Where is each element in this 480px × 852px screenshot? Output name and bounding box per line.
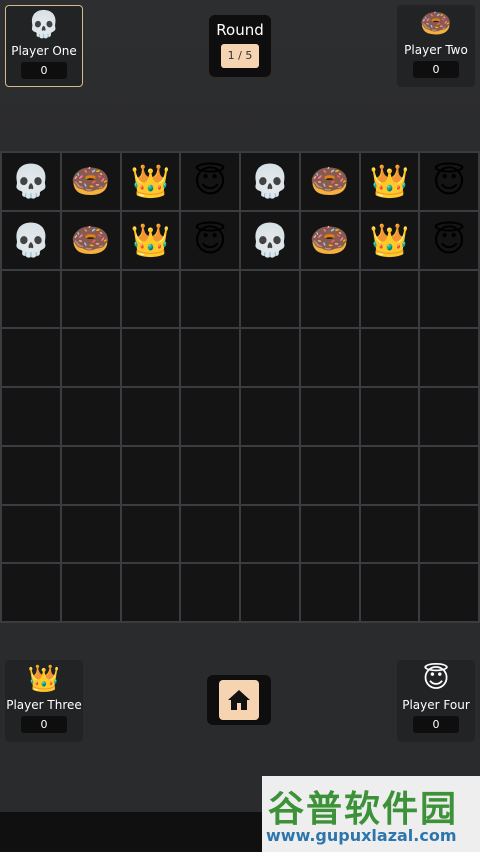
- skull-icon: 💀: [27, 10, 61, 40]
- board-cell[interactable]: [2, 388, 60, 445]
- board-cell[interactable]: [2, 446, 60, 504]
- board-cell[interactable]: [121, 564, 180, 621]
- board-cell[interactable]: [300, 446, 359, 504]
- board-cell[interactable]: 🍩: [300, 211, 359, 269]
- watermark-url: www.gupuxlazal.com: [266, 826, 457, 845]
- board-cell[interactable]: [61, 270, 120, 328]
- board-cell[interactable]: [181, 505, 239, 563]
- board-cell[interactable]: [360, 329, 419, 386]
- round-value: 1 / 5: [221, 44, 259, 68]
- board-cell[interactable]: [300, 388, 359, 445]
- board-cell[interactable]: 💀: [2, 153, 60, 210]
- round-label: Round: [216, 21, 264, 39]
- board-cell[interactable]: [420, 446, 478, 504]
- board-cell[interactable]: 👑: [360, 211, 419, 269]
- board-cell[interactable]: [300, 270, 359, 328]
- board-cell[interactable]: 🍩: [61, 211, 120, 269]
- player-score: 0: [413, 61, 459, 78]
- board-cell[interactable]: 😇: [420, 211, 478, 269]
- board-cell[interactable]: [61, 446, 120, 504]
- board-cell[interactable]: [300, 505, 359, 563]
- player-name: Player Four: [402, 698, 470, 712]
- bottom-strip: [0, 812, 262, 852]
- board-cell[interactable]: [420, 388, 478, 445]
- board-cell[interactable]: [61, 388, 120, 445]
- board-cell[interactable]: [121, 329, 180, 386]
- angel-icon: 😇: [422, 664, 450, 694]
- board-cell[interactable]: 😇: [181, 211, 239, 269]
- home-icon: [219, 680, 259, 720]
- board-cell[interactable]: 💀: [241, 211, 299, 269]
- board-cell[interactable]: [420, 564, 478, 621]
- home-button[interactable]: [207, 675, 271, 725]
- player-name: Player Two: [404, 43, 468, 57]
- board-cell[interactable]: 👑: [121, 153, 180, 210]
- watermark-text: 谷普软件园: [268, 789, 459, 830]
- crown-icon: 👑: [27, 664, 61, 694]
- player-score: 0: [21, 62, 67, 79]
- board-cell[interactable]: [2, 270, 60, 328]
- board-cell[interactable]: [420, 270, 478, 328]
- watermark: 谷普软件园 www.gupuxlazal.com: [262, 776, 480, 852]
- board-cell[interactable]: [181, 446, 239, 504]
- board-cell[interactable]: [181, 270, 239, 328]
- board-cell[interactable]: [61, 329, 120, 386]
- board-cell[interactable]: [360, 446, 419, 504]
- board-cell[interactable]: [241, 505, 299, 563]
- board-cell[interactable]: [61, 564, 120, 621]
- board-cell[interactable]: [181, 388, 239, 445]
- board-cell[interactable]: [2, 505, 60, 563]
- board-cell[interactable]: 🍩: [61, 153, 120, 210]
- board-cell[interactable]: [121, 446, 180, 504]
- player-name: Player Three: [6, 698, 82, 712]
- player-name: Player One: [11, 44, 77, 58]
- board-cell[interactable]: [360, 564, 419, 621]
- board-cell[interactable]: [121, 270, 180, 328]
- player-score: 0: [413, 716, 459, 733]
- board-cell[interactable]: 💀: [241, 153, 299, 210]
- board-cell[interactable]: [300, 329, 359, 386]
- board-cell[interactable]: 🍩: [300, 153, 359, 210]
- board-cell[interactable]: [241, 446, 299, 504]
- board-cell[interactable]: [360, 388, 419, 445]
- board-cell[interactable]: [121, 388, 180, 445]
- board-cell[interactable]: 💀: [2, 211, 60, 269]
- board-cell[interactable]: [241, 329, 299, 386]
- board-cell[interactable]: [2, 564, 60, 621]
- board-cell[interactable]: [241, 388, 299, 445]
- board-cell[interactable]: 👑: [121, 211, 180, 269]
- board-cell[interactable]: [2, 329, 60, 386]
- player-card-one: 💀 Player One 0: [5, 5, 83, 87]
- board-cell[interactable]: [300, 564, 359, 621]
- player-score: 0: [21, 716, 67, 733]
- board-cell[interactable]: [61, 505, 120, 563]
- board-cell[interactable]: [241, 564, 299, 621]
- board-cell[interactable]: [241, 270, 299, 328]
- board-cell[interactable]: [181, 564, 239, 621]
- board-cell[interactable]: 👑: [360, 153, 419, 210]
- donut-icon: 🍩: [419, 9, 453, 39]
- board-cell[interactable]: [181, 329, 239, 386]
- board-cell[interactable]: [420, 329, 478, 386]
- game-board: 💀 🍩 👑 😇 💀 🍩 👑 😇 💀 🍩 👑 😇 💀 🍩 👑 😇: [0, 151, 480, 623]
- round-indicator: Round 1 / 5: [209, 15, 271, 77]
- player-card-four: 😇 Player Four 0: [397, 660, 475, 742]
- player-card-three: 👑 Player Three 0: [5, 660, 83, 742]
- board-cell[interactable]: [360, 505, 419, 563]
- board-cell[interactable]: 😇: [181, 153, 239, 210]
- board-cell[interactable]: [121, 505, 180, 563]
- player-card-two: 🍩 Player Two 0: [397, 5, 475, 87]
- board-cell[interactable]: 😇: [420, 153, 478, 210]
- board-cell[interactable]: [420, 505, 478, 563]
- board-cell[interactable]: [360, 270, 419, 328]
